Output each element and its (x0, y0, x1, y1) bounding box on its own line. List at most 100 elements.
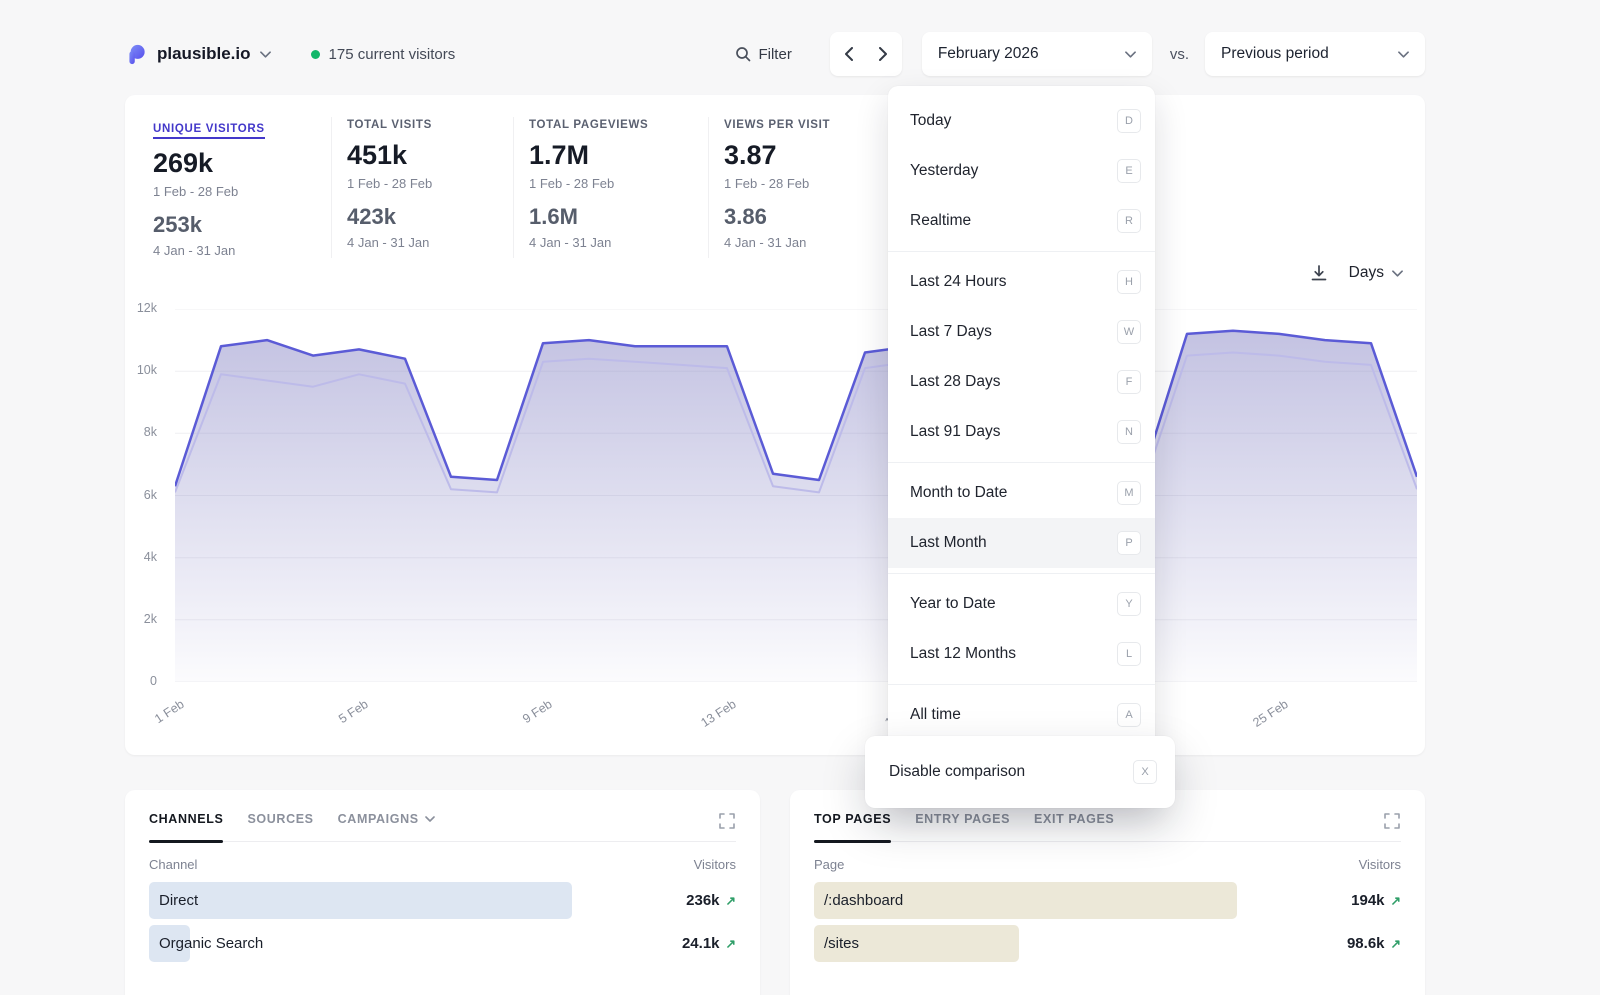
stat-card-views-per-visit[interactable]: VIEWS PER VISIT3.871 Feb - 28 Feb3.864 J… (708, 117, 890, 258)
stat-previous-period: 4 Jan - 31 Jan (347, 235, 495, 250)
filter-button[interactable]: Filter (735, 46, 791, 63)
x-axis-tick: 25 Feb (1224, 697, 1290, 747)
tab-top-pages[interactable]: TOP PAGES (814, 812, 891, 841)
row-label: Organic Search (149, 935, 263, 952)
row-value: 24.1k↗ (682, 935, 736, 952)
stat-period: 1 Feb - 28 Feb (153, 184, 313, 199)
tab-label: CHANNELS (149, 812, 223, 826)
stat-previous-value: 253k (153, 212, 313, 238)
site-name: plausible.io (157, 44, 251, 64)
stat-label: TOTAL PAGEVIEWS (529, 119, 690, 131)
table-row-sites[interactable]: /sites98.6k↗ (814, 925, 1401, 962)
menu-item-year-to-date[interactable]: Year to DateY (888, 579, 1155, 629)
interval-dropdown[interactable]: Days (1349, 264, 1403, 282)
row-label: Direct (149, 892, 198, 909)
stat-label: TOTAL VISITS (347, 119, 495, 131)
external-arrow-icon: ↗ (1391, 936, 1401, 951)
pages-tabs: TOP PAGES ENTRY PAGES EXIT PAGES (814, 812, 1114, 841)
tab-entry-pages[interactable]: ENTRY PAGES (915, 812, 1010, 841)
shortcut-key-badge: N (1117, 420, 1141, 444)
vs-label: vs. (1170, 46, 1189, 63)
comparison-popup: Disable comparison X (865, 736, 1175, 808)
table-row-direct[interactable]: Direct 236k↗ (149, 882, 736, 919)
menu-item-label: Last 12 Months (910, 644, 1016, 664)
search-icon (735, 46, 751, 62)
topbar: plausible.io 175 current visitors Filter… (125, 30, 1425, 78)
tab-sources[interactable]: SOURCES (247, 812, 313, 841)
menu-item-last-91-days[interactable]: Last 91 DaysN (888, 407, 1155, 457)
menu-item-last-7-days[interactable]: Last 7 Days W (888, 307, 1155, 357)
tab-channels[interactable]: CHANNELS (149, 812, 223, 841)
menu-group: TodayDYesterdayERealtimeR (888, 91, 1155, 251)
stat-value: 1.7M (529, 140, 690, 171)
menu-item-realtime[interactable]: RealtimeR (888, 196, 1155, 246)
tab-label: TOP PAGES (814, 812, 891, 826)
tab-campaigns[interactable]: CAMPAIGNS (338, 812, 435, 841)
menu-item-today[interactable]: TodayD (888, 96, 1155, 146)
date-range-label: February 2026 (938, 45, 1039, 63)
shortcut-key-badge: W (1117, 320, 1141, 344)
current-visitors[interactable]: 175 current visitors (311, 46, 456, 63)
table-header: Channel Visitors (149, 857, 736, 872)
stat-previous-period: 4 Jan - 31 Jan (153, 243, 313, 258)
table-row-organic-search[interactable]: Organic Search 24.1k↗ (149, 925, 736, 962)
shortcut-key-badge: H (1117, 270, 1141, 294)
plausible-logo-icon (125, 43, 148, 66)
menu-item-yesterday[interactable]: YesterdayE (888, 146, 1155, 196)
tab-exit-pages[interactable]: EXIT PAGES (1034, 812, 1114, 841)
menu-group: Last 24 HoursH Last 7 Days W Last 28 DaysFL… (888, 251, 1155, 462)
date-range-dropdown[interactable]: February 2026 (922, 32, 1152, 76)
site-picker[interactable]: plausible.io (125, 43, 271, 66)
stat-label: UNIQUE VISITORS (153, 123, 265, 139)
row-label: /:dashboard (814, 892, 903, 909)
x-axis-tick: 1 Feb (120, 697, 186, 747)
stat-previous-period: 4 Jan - 31 Jan (529, 235, 690, 250)
stat-previous-value: 1.6M (529, 204, 690, 230)
date-range-menu: TodayDYesterdayERealtimeRLast 24 HoursHL… (888, 86, 1155, 800)
expand-icon[interactable] (718, 812, 736, 830)
chevron-down-icon (1392, 270, 1403, 277)
y-axis-tick: 4k (144, 550, 157, 564)
menu-item-last-month[interactable]: Last MonthP (888, 518, 1155, 568)
menu-item-label: Last 28 Days (910, 372, 1000, 392)
stat-value: 269k (153, 148, 313, 179)
current-visitors-label: 175 current visitors (329, 46, 456, 63)
menu-item-month-to-date[interactable]: Month to DateM (888, 468, 1155, 518)
comparison-dropdown[interactable]: Previous period (1205, 32, 1425, 76)
pages-rows: /:dashboard 194k↗ /sites98.6k↗ (814, 882, 1401, 962)
menu-item-label: Disable comparison (889, 762, 1025, 782)
stat-card-total-visits[interactable]: TOTAL VISITS451k1 Feb - 28 Feb423k4 Jan … (331, 117, 513, 258)
chevron-down-icon (1398, 51, 1409, 58)
menu-item-label: Last 7 Days (910, 322, 992, 342)
download-button[interactable] (1309, 263, 1329, 283)
menu-item-label: Year to Date (910, 594, 996, 614)
row-bar (149, 882, 572, 919)
period-nav (830, 32, 902, 76)
y-axis-tick: 10k (137, 363, 157, 377)
menu-item-label: Last Month (910, 533, 987, 553)
stat-card-unique-visitors[interactable]: UNIQUE VISITORS 269k 1 Feb - 28 Feb 253k 4 J… (153, 117, 331, 258)
next-period-arrow-button[interactable] (866, 34, 900, 74)
y-axis-tick: 0 (150, 674, 157, 688)
menu-item-last-24-hours[interactable]: Last 24 HoursH (888, 257, 1155, 307)
x-axis: 1 Feb5 Feb9 Feb13 Feb17 Feb21 Feb25 Feb (175, 689, 1417, 745)
y-axis-tick: 12k (137, 301, 157, 315)
row-value: 194k↗ (1351, 892, 1401, 909)
shortcut-key-badge: L (1117, 642, 1141, 666)
y-axis-tick: 6k (144, 488, 157, 502)
shortcut-key-badge: A (1117, 703, 1141, 727)
expand-icon[interactable] (1383, 812, 1401, 830)
row-value: 236k↗ (686, 892, 736, 909)
menu-item-disable-comparison[interactable]: Disable comparison X (875, 746, 1165, 798)
stat-card-total-pageviews[interactable]: TOTAL PAGEVIEWS1.7M1 Feb - 28 Feb1.6M4 J… (513, 117, 708, 258)
visitors-chart[interactable] (175, 309, 1417, 682)
menu-item-all-time[interactable]: All timeA (888, 690, 1155, 740)
menu-item-last-12-months[interactable]: Last 12 Months L (888, 629, 1155, 679)
previous-period-arrow-button[interactable] (832, 34, 866, 74)
tab-label: CAMPAIGNS (338, 812, 419, 826)
shortcut-key-badge: X (1133, 760, 1157, 784)
table-row-dashboard[interactable]: /:dashboard 194k↗ (814, 882, 1401, 919)
menu-item-last-28-days[interactable]: Last 28 DaysF (888, 357, 1155, 407)
analytics-card: UNIQUE VISITORS 269k 1 Feb - 28 Feb 253k 4 J… (125, 95, 1425, 755)
pages-panel: TOP PAGESENTRY PAGESEXIT PAGES Page Visi… (790, 790, 1425, 995)
